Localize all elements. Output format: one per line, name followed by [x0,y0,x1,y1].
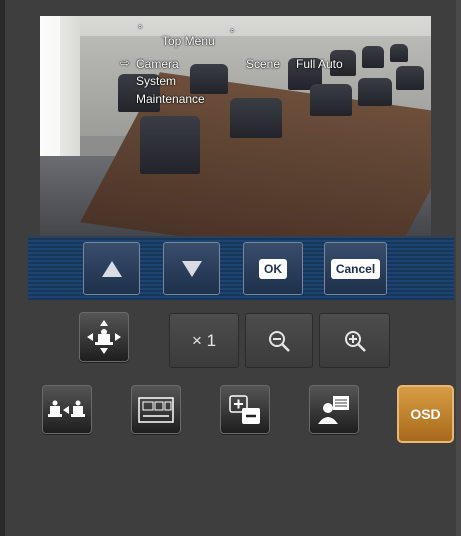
osd-button-label: OSD [410,406,441,422]
user-panel-icon [318,395,349,424]
pan-tilt-camera-icon [87,320,121,354]
scene-chair [230,98,282,138]
zoom-level-display[interactable]: × 1 [169,313,239,368]
preset-grid-icon [138,396,174,423]
scene-chair [190,64,228,94]
cancel-label: Cancel [330,258,381,279]
scene-chair [362,46,384,68]
osd-item-camera-value-label: Scene [246,57,281,71]
camera-swap-icon [48,400,85,417]
zoom-out-button[interactable] [245,313,313,368]
ok-button[interactable]: OK [243,242,303,295]
zoom-level: × 1 [191,330,217,350]
scene-chair [140,116,200,174]
scene-window-light [40,16,60,156]
app-frame: ° Top Menu ° ⇨ Camera Scene Full Auto Sy… [0,0,461,536]
osd-item-maintenance[interactable]: Maintenance [136,92,205,106]
osd-item-camera[interactable]: Camera [136,57,179,71]
triangle-down-icon [181,260,202,277]
osd-button[interactable]: OSD [397,385,454,443]
scene-chair [396,66,424,90]
pan-tilt-button[interactable] [79,312,129,362]
right-edge [456,0,461,536]
scene-chair [390,44,408,62]
osd-item-camera-value: Full Auto [296,57,343,71]
osd-title-mark: ° [230,28,235,40]
plus-minus-icon [229,394,260,424]
osd-title-mark: ° [138,24,143,36]
ok-label: OK [259,258,287,279]
left-edge [0,0,5,536]
osd-navigation-bar: OK Cancel [28,237,454,300]
cancel-button[interactable]: Cancel [324,242,387,295]
zoom-out-icon [269,330,290,352]
camera-swap-button[interactable] [42,385,92,434]
triangle-up-icon [101,260,122,277]
camera-view[interactable]: ° Top Menu ° ⇨ Camera Scene Full Auto Sy… [40,16,431,236]
up-button[interactable] [83,242,140,295]
osd-cursor-icon: ⇨ [120,56,131,70]
osd-menu-title: Top Menu [162,34,215,48]
preset-button[interactable] [131,385,181,434]
scene-chair [310,84,352,116]
down-button[interactable] [163,242,220,295]
user-panel-button[interactable] [309,385,359,434]
zoom-in-icon [344,330,366,352]
osd-item-system[interactable]: System [136,74,176,88]
scene-chair [358,78,392,106]
zoom-in-button[interactable] [319,313,390,368]
plus-minus-button[interactable] [220,385,270,434]
